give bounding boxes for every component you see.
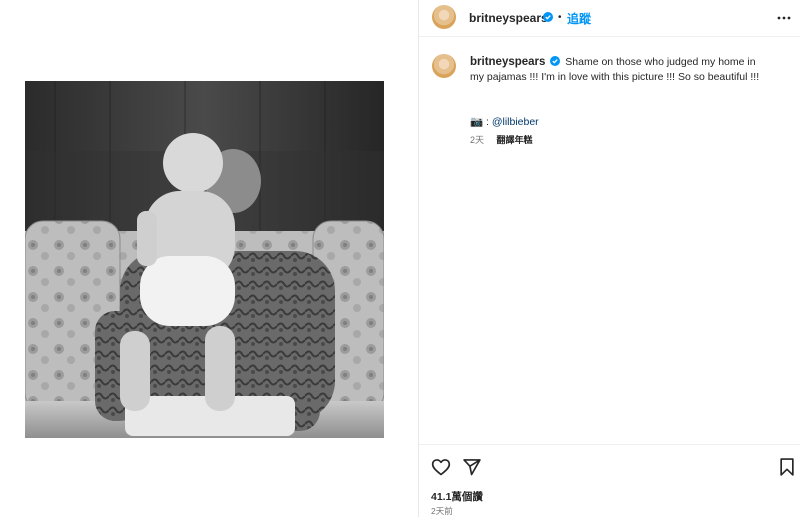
photo-credit: 📷 : @lilbieber bbox=[470, 115, 539, 128]
caption-verified-icon bbox=[550, 56, 561, 66]
like-count[interactable]: 41.1萬個讚 bbox=[431, 489, 483, 504]
media-pane bbox=[0, 0, 418, 517]
send-icon[interactable] bbox=[462, 457, 482, 477]
post-actions: 41.1萬個讚 2天前 bbox=[419, 444, 800, 518]
caption-meta: 2天 翻譯年糕 bbox=[470, 133, 533, 146]
post-photo[interactable] bbox=[25, 81, 384, 438]
heart-icon[interactable] bbox=[431, 457, 451, 477]
more-options-icon[interactable] bbox=[776, 11, 792, 25]
instagram-post-view: britneyspears • 追蹤 britneyspears Shame o… bbox=[0, 0, 800, 517]
follow-button[interactable]: 追蹤 bbox=[567, 10, 591, 27]
post-header: britneyspears • 追蹤 bbox=[419, 0, 800, 37]
author-avatar[interactable] bbox=[432, 5, 456, 29]
bookmark-icon[interactable] bbox=[777, 457, 797, 477]
header-separator: • bbox=[558, 12, 562, 23]
post-photo-image bbox=[25, 81, 384, 438]
author-username[interactable]: britneyspears bbox=[469, 11, 548, 25]
post-sidebar: britneyspears • 追蹤 britneyspears Shame o… bbox=[419, 0, 800, 517]
credit-prefix: 📷 : bbox=[470, 116, 492, 128]
caption-username[interactable]: britneyspears bbox=[470, 56, 545, 68]
caption-age: 2天 bbox=[470, 135, 485, 145]
translate-button[interactable]: 翻譯年糕 bbox=[497, 135, 533, 145]
credit-handle-link[interactable]: @lilbieber bbox=[492, 116, 539, 128]
verified-badge-icon bbox=[543, 12, 553, 22]
caption: britneyspears Shame on those who judged … bbox=[470, 55, 770, 85]
caption-author-avatar[interactable] bbox=[432, 54, 456, 78]
post-timestamp: 2天前 bbox=[431, 506, 453, 516]
